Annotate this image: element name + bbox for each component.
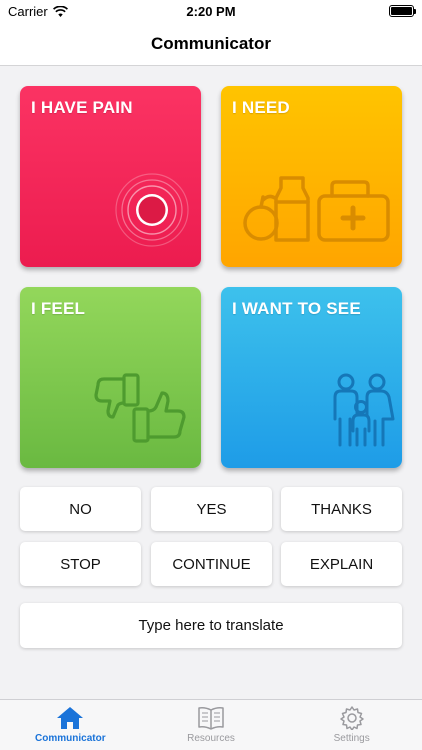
tile-label: I NEED <box>232 98 290 117</box>
phrase-button-stop[interactable]: STOP <box>20 542 141 586</box>
tab-label: Settings <box>333 733 370 744</box>
tile-i-feel[interactable]: I FEEL <box>20 287 201 468</box>
gear-icon <box>339 706 364 730</box>
battery-icon <box>389 5 416 17</box>
food-medkit-icon <box>243 176 390 242</box>
tab-bar: Communicator Resources Settings <box>0 699 422 750</box>
tile-label: I HAVE PAIN <box>31 98 133 117</box>
navigation-bar: Communicator <box>0 22 422 66</box>
translate-placeholder: Type here to translate <box>138 617 284 634</box>
tile-i-want-to-see[interactable]: I WANT TO SEE <box>221 287 402 468</box>
pain-target-icon <box>115 173 189 247</box>
page-title: Communicator <box>151 33 271 53</box>
phrase-button-explain[interactable]: EXPLAIN <box>281 542 402 586</box>
tile-i-have-pain[interactable]: I HAVE PAIN <box>20 86 201 267</box>
clock: 2:20 PM <box>186 4 236 19</box>
book-icon <box>198 707 224 730</box>
tab-label: Communicator <box>35 733 106 744</box>
phrase-button-thanks[interactable]: THANKS <box>281 487 402 531</box>
phrase-button-no[interactable]: NO <box>20 487 141 531</box>
tile-i-need[interactable]: I NEED <box>221 86 402 267</box>
tile-label: I FEEL <box>31 299 86 318</box>
home-icon <box>57 707 84 729</box>
phrase-button-yes[interactable]: YES <box>151 487 272 531</box>
translate-input[interactable]: Type here to translate <box>20 603 402 648</box>
thumbs-icon <box>94 373 186 443</box>
phrase-button-continue[interactable]: CONTINUE <box>151 542 272 586</box>
tab-label: Resources <box>187 733 235 744</box>
tab-communicator[interactable]: Communicator <box>0 700 141 750</box>
tile-label: I WANT TO SEE <box>232 299 361 318</box>
tab-resources[interactable]: Resources <box>141 700 282 750</box>
status-bar: Carrier 2:20 PM <box>0 0 422 22</box>
family-icon <box>333 373 395 447</box>
tab-settings[interactable]: Settings <box>281 700 422 750</box>
